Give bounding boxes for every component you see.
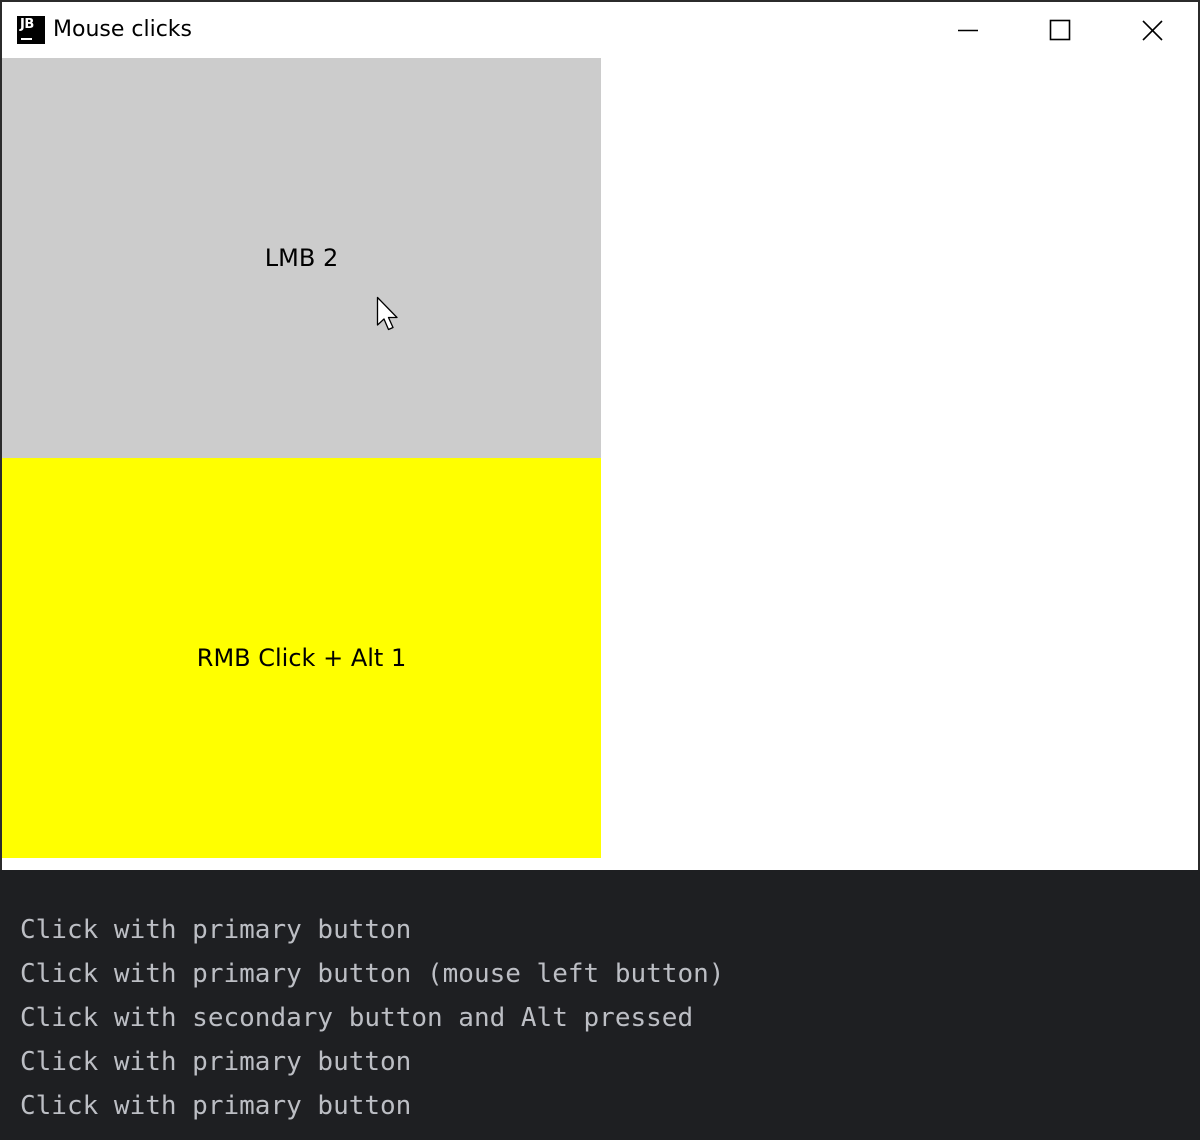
console-line: Click with primary button [20,1091,412,1121]
rmb-alt-click-label: RMB Click + Alt 1 [196,644,407,672]
maximize-button[interactable] [1014,2,1104,58]
lmb-click-area[interactable]: LMB 2 [2,58,601,458]
jetbrains-icon: JB [17,16,45,44]
close-button[interactable] [1106,2,1196,58]
app-window: JB Mouse clicks LMB 2 RMB Click + Alt 1 [0,0,1200,870]
minimize-icon [958,29,978,32]
maximize-icon [1049,19,1071,41]
console-line: Click with primary button (mouse left bu… [20,959,725,989]
window-title: Mouse clicks [53,17,192,42]
console-output: Click with primary button Click with pri… [0,870,1200,1140]
lmb-click-label: LMB 2 [264,244,339,272]
close-icon [1142,20,1163,41]
title-bar[interactable]: JB Mouse clicks [2,2,1198,58]
console-line: Click with primary button [20,1047,412,1077]
app-icon-text: JB [20,17,34,32]
console-line: Click with secondary button and Alt pres… [20,1003,694,1033]
console-line: Click with primary button [20,915,412,945]
mouse-pointer-icon [376,296,398,331]
minimize-button[interactable] [922,2,1012,58]
rmb-alt-click-area[interactable]: RMB Click + Alt 1 [2,458,601,858]
